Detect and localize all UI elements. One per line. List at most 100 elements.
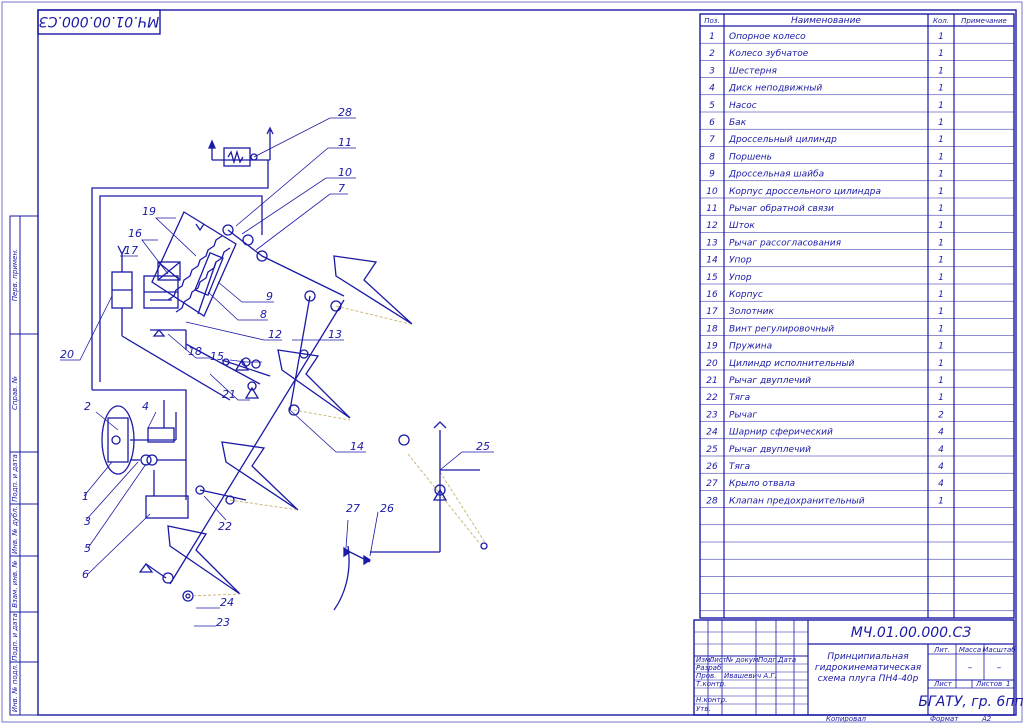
spec-name: Рычаг рассогласования	[729, 238, 842, 248]
spec-row: 2 Колесо зубчатое 1	[709, 49, 944, 59]
top-stamp: МЧ.01.00.000.СЗ	[37, 9, 161, 35]
support-wheel	[101, 405, 135, 475]
callout-label: 6	[82, 568, 89, 581]
callout-label: 21	[222, 388, 236, 401]
spec-row: 19 Пружина 1	[706, 342, 944, 352]
spec-name: Корпус дроссельного цилиндра	[729, 187, 881, 197]
top-stamp-code: МЧ.01.00.000.СЗ	[39, 13, 160, 29]
spec-row: 25 Рычаг двуплечий 4	[706, 445, 944, 455]
spec-pos: 8	[709, 152, 715, 162]
spec-pos: 25	[706, 445, 718, 455]
author-name: Ивашевич А.Г.	[724, 672, 777, 680]
callout-label: 15	[210, 350, 224, 363]
spec-name: Упор	[729, 256, 752, 266]
spec-row: 13 Рычаг рассогласования 1	[706, 238, 944, 248]
spec-row: 6 Бак 1	[709, 118, 944, 128]
spec-pos: 20	[706, 359, 718, 369]
spec-pos: 13	[706, 238, 718, 248]
masshtab-label: Масштаб	[982, 646, 1016, 654]
drawing-title-line1: Принципиальная	[827, 652, 909, 662]
callout-label: 11	[338, 136, 352, 149]
callout-label: 8	[260, 308, 267, 321]
spec-qty: 1	[938, 307, 944, 317]
spec-pos: 15	[706, 273, 718, 283]
spec-row: 20 Цилиндр исполнительный 1	[706, 359, 944, 369]
callout-label: 17	[124, 244, 138, 257]
side-label: Перв. примен.	[11, 249, 19, 302]
massa-label: Масса	[959, 646, 981, 654]
callout-leaders	[60, 117, 494, 627]
spec-qty: 1	[938, 342, 944, 352]
spec-row: 7 Дроссельный цилиндр 1	[709, 135, 944, 145]
spec-row: 9 Дроссельная шайба 1	[709, 170, 944, 180]
spec-row: 17 Золотник 1	[706, 307, 944, 317]
plough-body	[167, 525, 241, 595]
side-label: Справ. №	[11, 376, 19, 410]
callout-label: 4	[142, 400, 149, 413]
spec-table-header: Поз. Наименование Кол. Примечание	[704, 16, 1007, 26]
callout-label: 19	[142, 205, 156, 218]
drawing-sheet: МЧ.01.00.000.СЗ Перв. примен. Справ. № П…	[1, 1, 1024, 723]
sheet-label: Лист	[933, 680, 953, 688]
spec-row: 4 Диск неподвижный 1	[709, 84, 944, 94]
side-label: Подп. и дата	[11, 454, 19, 502]
spec-name: Упор	[729, 273, 752, 283]
spec-row: 11 Рычаг обратной связи 1	[706, 204, 944, 214]
callout-label: 14	[350, 440, 364, 453]
spec-qty: 1	[938, 290, 944, 300]
spec-name: Опорное колесо	[729, 32, 806, 42]
callout-label: 18	[188, 345, 202, 358]
spec-name: Насос	[729, 101, 757, 111]
format-label: Формат	[930, 715, 959, 723]
spec-name: Пружина	[729, 342, 772, 352]
spec-pos: 21	[706, 376, 717, 386]
spec-qty: 1	[938, 256, 944, 266]
spec-row: 14 Упор 1	[706, 256, 944, 266]
spec-name: Корпус	[729, 290, 763, 300]
plough-body	[333, 255, 413, 325]
spec-qty: 4	[938, 445, 944, 455]
side-label: Инв. № подл.	[11, 664, 19, 712]
spec-name: Рычаг	[729, 410, 757, 420]
spec-name: Рычаг обратной связи	[729, 204, 834, 214]
spec-pos: 27	[706, 479, 718, 489]
spec-pos: 26	[706, 462, 718, 472]
spec-name: Винт регулировочный	[729, 324, 834, 334]
callout-label: 28	[338, 106, 352, 119]
spec-row: 24 Шарнир сферический 4	[706, 428, 944, 438]
callout-label: 25	[476, 440, 490, 453]
spec-table-rows: 1 Опорное колесо 12 Колесо зубчатое 13 Шестер…	[706, 32, 944, 506]
drawing-code: МЧ.01.00.000.СЗ	[851, 625, 972, 641]
spec-row: 3 Шестерня 1	[709, 66, 944, 76]
sheets-value: 1	[1006, 680, 1010, 688]
spec-name: Золотник	[729, 307, 775, 317]
side-label: Подп. и дата	[11, 613, 19, 661]
side-label: Взам. инв. №	[11, 560, 19, 608]
massa-value: –	[968, 663, 973, 673]
masshtab-value: –	[997, 663, 1002, 673]
spec-qty: 1	[938, 221, 944, 231]
callout-label: 1	[82, 490, 89, 503]
spec-qty: 1	[938, 49, 944, 59]
spec-row: 5 Насос 1	[709, 101, 944, 111]
callout-label: 27	[346, 502, 360, 515]
spec-qty: 1	[938, 238, 944, 248]
spec-qty: 4	[938, 479, 944, 489]
callout-label: 2	[84, 400, 91, 413]
copied-label: Копировал	[826, 715, 867, 723]
organization: БГАТУ, гр. 6пп	[918, 694, 1023, 710]
spec-qty: 1	[938, 118, 944, 128]
callout-label: 3	[84, 515, 91, 528]
spec-pos: 14	[706, 256, 718, 266]
callout-label: 23	[216, 616, 230, 629]
spec-qty: 2	[938, 410, 944, 420]
spec-qty: 1	[938, 187, 944, 197]
row-tkontr: Т.контр.	[696, 680, 726, 688]
col-data: Дата	[777, 656, 796, 664]
spec-name: Рычаг двуплечий	[729, 376, 811, 386]
tank	[145, 495, 189, 519]
drawing-title-line2: гидрокинематическая	[815, 663, 922, 673]
spec-qty: 1	[938, 84, 944, 94]
spec-row: 15 Упор 1	[706, 273, 944, 283]
spec-name: Клапан предохранительный	[729, 496, 865, 506]
